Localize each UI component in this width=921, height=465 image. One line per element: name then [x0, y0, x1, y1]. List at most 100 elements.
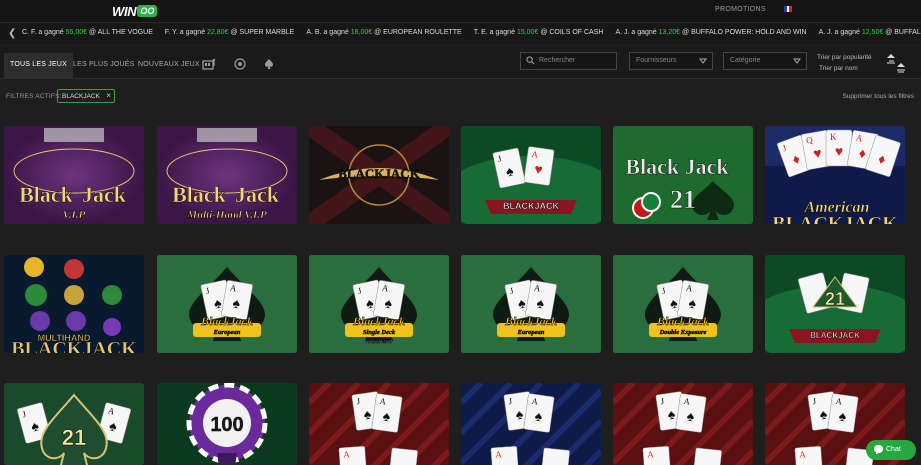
game-artwork: J♦Q♥K♥A♦ ♦AmericanBLACKJACK — [765, 126, 905, 224]
game-artwork: J♠A♠A♥♠ — [309, 383, 449, 465]
game-tile[interactable]: J ♠ A ♠ BlackJack European — [157, 255, 297, 353]
game-tile[interactable]: J♠A♠A♥♠ — [613, 383, 753, 465]
french-flag-icon[interactable] — [784, 6, 793, 12]
game-tile[interactable]: Black Jack V.I.P — [4, 126, 144, 224]
roulette-icon[interactable] — [233, 58, 247, 70]
game-title-title_line1: 21 — [825, 289, 845, 309]
chevron-down-icon — [699, 58, 707, 64]
game-tile[interactable]: J ♠ A ♠ BlackJack Double Exposure — [613, 255, 753, 353]
game-title-title_line2: BLACKJACK — [772, 213, 898, 224]
svg-text:A: A — [495, 449, 503, 459]
winners-ticker: ❮ C. F. a gagné 55,00€ @ ALL THE VOGUE F.… — [0, 22, 921, 44]
svg-text:♥: ♥ — [501, 460, 510, 465]
chat-button[interactable]: Chat — [866, 440, 916, 460]
ticker-winner: T. E. a gagné — [473, 29, 515, 36]
svg-text:A: A — [799, 449, 807, 459]
spade-icon[interactable] — [262, 58, 276, 70]
clear-all-filters-link[interactable]: Supprimer tous les filtres — [842, 93, 914, 100]
game-tile[interactable]: J ♠ A ♥ BLACKJACK — [461, 126, 601, 224]
promotions-link[interactable]: PROMOTIONS — [715, 6, 766, 13]
game-title-title_line1: BLACKJACK — [503, 201, 560, 211]
game-artwork: MULTIHANDBLACKJACK — [11, 257, 137, 353]
ticker-item[interactable]: F. Y. a gagné 22,80€ @ SUPER MARBLE — [165, 29, 294, 36]
svg-text:K: K — [830, 132, 837, 142]
game-artwork: J♠A♠A♥♠ — [461, 383, 601, 465]
game-title-title_line1: BlackJack — [200, 314, 253, 328]
game-title-title_line1: Black Jack — [625, 154, 729, 179]
svg-text:♥: ♥ — [805, 460, 814, 465]
game-artwork: J♠A♠A♥♠ — [613, 383, 753, 465]
game-tile[interactable]: J♠A♠A♥♠ — [309, 383, 449, 465]
game-title-title_line1: Black — [172, 182, 227, 207]
game-tile[interactable]: J ♦ Q ♥ K ♥ A ♦ ♦ American BLACKJACK — [765, 126, 905, 224]
game-tile[interactable]: J♠A♠A♥♠ — [461, 383, 601, 465]
ticker-winner: A. J. a gagné — [818, 29, 860, 36]
filter-chip-blackjack[interactable]: BLACKJACK × — [57, 89, 115, 103]
chevron-down-icon — [793, 58, 801, 64]
ticker-winner: F. Y. a gagné — [164, 29, 206, 36]
sort-by-name[interactable]: Trier par nom — [817, 63, 872, 74]
game-artwork: Black Jack Multi-Hand V.I.P — [157, 126, 297, 224]
ticker-item[interactable]: T. E. a gagné 15,00€ @ COILS OF CASH — [474, 29, 604, 36]
game-tile[interactable]: Black Jack Multi-Hand V.I.P — [157, 126, 297, 224]
ticker-items: C. F. a gagné 55,00€ @ ALL THE VOGUE F. Y… — [22, 29, 921, 36]
tab-new-games[interactable]: NOUVEAUX JEUX — [132, 53, 206, 79]
game-tile[interactable]: J ♠ A ♠ BlackJack European — [461, 255, 601, 353]
svg-text:♠: ♠ — [550, 462, 560, 465]
game-artwork: J♠A♠21 — [16, 393, 132, 465]
search-input[interactable]: Rechercher — [520, 52, 617, 70]
ticker-amount: 22,80€ — [207, 29, 229, 36]
ticker-item[interactable]: A. B. a gagné 18,00€ @ EUROPEAN ROULETTE — [306, 29, 461, 36]
svg-text:A: A — [647, 449, 655, 459]
ticker-left-arrow-icon[interactable]: ❮ — [8, 28, 16, 39]
svg-text:♠: ♠ — [702, 462, 712, 465]
game-tile[interactable]: BLACKJACK — [309, 126, 449, 224]
game-tile[interactable]: MULTIHAND BLACKJACK — [4, 255, 144, 353]
game-title-title_line2: BLACKJACK — [11, 338, 137, 353]
providers-select[interactable]: Fournisseurs — [629, 52, 713, 70]
ticker-item[interactable]: A. J. a gagné 13,20€ @ BUFFALO POWER: HO… — [615, 29, 806, 36]
site-logo[interactable]: WIN OO — [112, 3, 158, 19]
tab-all-games[interactable]: TOUS LES JEUX — [4, 53, 73, 79]
game-tile[interactable]: J ♠ A ♠ BlackJack Single Deck multihand — [309, 255, 449, 353]
game-title-subtitle: V.I.P — [63, 209, 86, 221]
game-title-subtitle: European — [213, 329, 241, 336]
game-tile[interactable]: J ♠ A ♠ 21 — [4, 383, 144, 465]
remove-filter-icon[interactable]: × — [106, 92, 111, 100]
game-title-subtitle: European — [517, 329, 545, 336]
sort-options: Trier par popularité Trier par nom — [817, 52, 872, 74]
sort-direction-icons[interactable] — [883, 52, 909, 74]
ticker-winner: C. F. a gagné — [22, 29, 64, 36]
ticker-game: @ BUFFALO POWER: HOLD AND WIN — [885, 29, 921, 36]
ticker-amount: 15,00€ — [516, 29, 539, 36]
svg-text:♠: ♠ — [398, 462, 408, 465]
game-tile[interactable]: Black Jack 21 — [613, 126, 753, 224]
game-title-subtitle: Double Exposure — [659, 329, 707, 336]
ticker-amount: 13,20€ — [658, 29, 681, 36]
game-title-title_line1: BlackJack — [656, 314, 709, 328]
ticker-item[interactable]: A. J. a gagné 12,50€ @ BUFFALO POWER: HO… — [819, 29, 921, 36]
svg-text:A: A — [343, 449, 351, 459]
category-select[interactable]: Catégorie — [723, 52, 807, 70]
game-artwork: J♠A♠BlackJackDouble Exposure — [613, 255, 753, 353]
ticker-game: @ ALL THE VOGUE — [88, 29, 153, 36]
game-title-title_line2: Jack — [82, 182, 127, 207]
tab-most-played[interactable]: LES PLUS JOUÉS — [67, 53, 141, 79]
game-artwork: J♠A♠BlackJackEuropean — [461, 255, 601, 353]
ticker-game: @ EUROPEAN ROULETTE — [374, 29, 462, 36]
game-tile[interactable]: 21 BLACKJACK — [765, 255, 905, 353]
game-artwork: 100BLACK — [186, 383, 268, 465]
top-bar: WIN OO PROMOTIONS — [0, 0, 921, 22]
slot-machine-icon[interactable] — [202, 58, 216, 70]
ticker-game: @ BUFFALO POWER: HOLD AND WIN — [682, 29, 807, 36]
game-artwork: J♠A♠BlackJackSingle Deckmultihand — [309, 255, 449, 353]
ticker-game: @ COILS OF CASH — [540, 29, 604, 36]
sort-by-popularity[interactable]: Trier par popularité — [817, 52, 872, 63]
ticker-item[interactable]: C. F. a gagné 55,00€ @ ALL THE VOGUE — [22, 29, 153, 36]
ticker-amount: 18,00€ — [350, 29, 373, 36]
game-artwork: J♠A♥BLACKJACK — [461, 146, 601, 224]
game-tile[interactable]: 100BLACK — [157, 383, 297, 465]
game-title-title_line2: 21 — [670, 185, 696, 214]
chat-bubble-icon — [873, 444, 884, 455]
ticker-winner: A. J. a gagné — [615, 29, 657, 36]
